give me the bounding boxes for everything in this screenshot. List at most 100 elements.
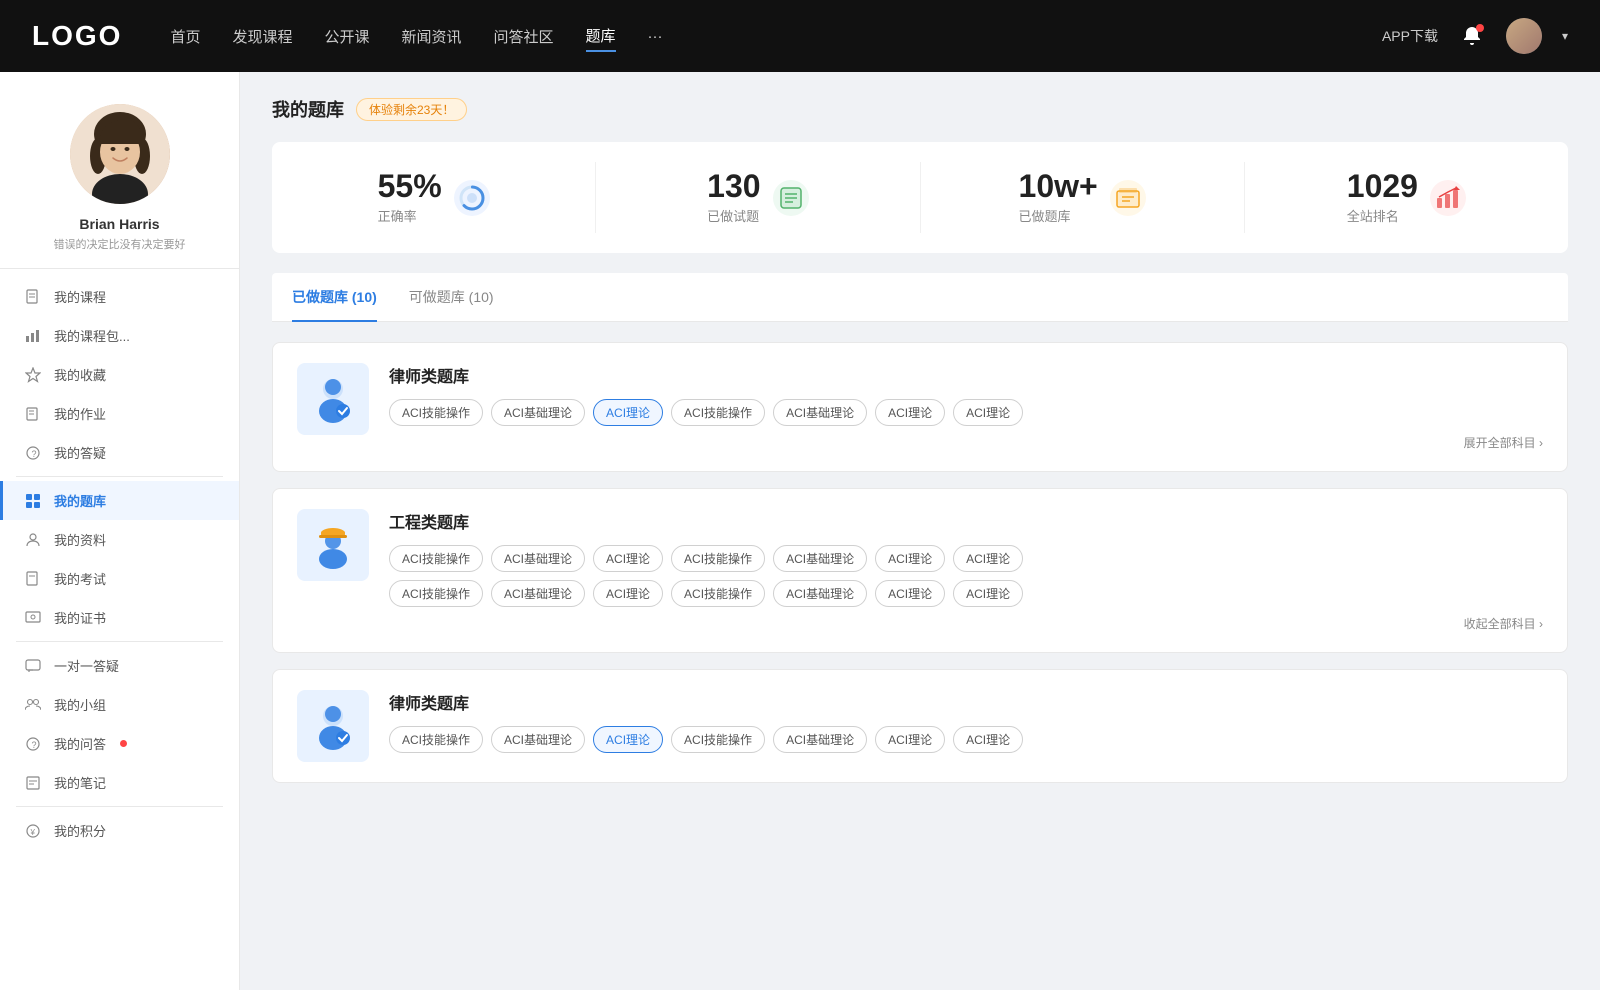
page-header: 我的题库 体验剩余23天！	[272, 96, 1568, 122]
qbank-card-header-2: 工程类题库 ACI技能操作 ACI基础理论 ACI理论 ACI技能操作 ACI基…	[297, 509, 1543, 632]
stat-ranking: 1029 全站排名	[1245, 162, 1568, 233]
qbank-tag[interactable]: ACI技能操作	[389, 545, 483, 572]
qbank-tag[interactable]: ACI基础理论	[773, 580, 867, 607]
sidebar-item-myqa-label: 我的问答	[54, 734, 106, 753]
qbank-tag[interactable]: ACI技能操作	[671, 726, 765, 753]
qbank-tag[interactable]: ACI基础理论	[773, 726, 867, 753]
qbank-content-2: 工程类题库 ACI技能操作 ACI基础理论 ACI理论 ACI技能操作 ACI基…	[389, 509, 1543, 632]
nav-qa[interactable]: 问答社区	[494, 22, 554, 51]
qbank-tag[interactable]: ACI理论	[875, 399, 945, 426]
nav-news[interactable]: 新闻资讯	[402, 22, 462, 51]
qbank-tag[interactable]: ACI理论	[875, 545, 945, 572]
qbank-tags-3: ACI技能操作 ACI基础理论 ACI理论 ACI技能操作 ACI基础理论 AC…	[389, 726, 1543, 753]
app-download[interactable]: APP下载	[1382, 26, 1438, 46]
qbank-tags-row2: ACI技能操作 ACI基础理论 ACI理论 ACI技能操作 ACI基础理论 AC…	[389, 580, 1543, 607]
sidebar-item-points[interactable]: ¥ 我的积分	[0, 811, 239, 850]
nav-home[interactable]: 首页	[170, 22, 200, 51]
stat-done-q-label: 已做试题	[707, 206, 760, 225]
qbank-tag-active[interactable]: ACI理论	[593, 399, 663, 426]
stat-done-q-value: 130 已做试题	[707, 170, 760, 225]
sidebar-item-cert[interactable]: 我的证书	[0, 598, 239, 637]
notification-bell[interactable]	[1458, 22, 1486, 50]
qbank-tag-active[interactable]: ACI理论	[593, 726, 663, 753]
sidebar-item-courses-label: 我的课程	[54, 287, 106, 306]
sidebar-item-notes-label: 我的笔记	[54, 773, 106, 792]
tab-done-banks[interactable]: 已做题库 (10)	[292, 273, 377, 321]
qbank-icon-lawyer1	[297, 363, 369, 435]
qbank-tag[interactable]: ACI技能操作	[389, 726, 483, 753]
stat-done-q-number: 130	[707, 170, 760, 202]
qbank-tag[interactable]: ACI基础理论	[773, 399, 867, 426]
qmark-icon: ?	[24, 735, 42, 753]
user-icon	[24, 531, 42, 549]
sidebar-item-qa[interactable]: ? 我的答疑	[0, 433, 239, 472]
qbank-tag[interactable]: ACI理论	[953, 545, 1023, 572]
user-dropdown-arrow[interactable]: ▾	[1562, 29, 1568, 43]
sidebar-item-profile-label: 我的资料	[54, 530, 106, 549]
qbank-tag[interactable]: ACI理论	[875, 726, 945, 753]
sidebar-item-cert-label: 我的证书	[54, 608, 106, 627]
note-icon	[24, 774, 42, 792]
navbar-right: APP下载 ▾	[1382, 18, 1568, 54]
sidebar-item-tutoring[interactable]: 一对一答疑	[0, 646, 239, 685]
sidebar-divider-2	[16, 641, 223, 642]
qbank-tag[interactable]: ACI技能操作	[389, 399, 483, 426]
qbank-tag[interactable]: ACI基础理论	[491, 399, 585, 426]
stat-accuracy: 55% 正确率	[272, 162, 596, 233]
sidebar-item-qbank[interactable]: 我的题库	[0, 481, 239, 520]
nav-discover[interactable]: 发现课程	[232, 22, 292, 51]
nav-opencourse[interactable]: 公开课	[324, 22, 369, 51]
qbank-tag[interactable]: ACI理论	[953, 399, 1023, 426]
stats-bar: 55% 正确率 130 已做试题	[272, 142, 1568, 253]
nav-qbank[interactable]: 题库	[586, 21, 616, 52]
sidebar-menu: 我的课程 我的课程包... 我的收藏 我的作业	[0, 269, 239, 858]
stat-done-questions: 130 已做试题	[596, 162, 920, 233]
sidebar-profile: Brian Harris 错误的决定比没有决定要好	[0, 72, 239, 269]
qbank-tag[interactable]: ACI基础理论	[491, 545, 585, 572]
qbank-icon-lawyer2	[297, 690, 369, 762]
qbank-tag[interactable]: ACI技能操作	[671, 399, 765, 426]
qbank-expand-1[interactable]: 展开全部科目 ›	[389, 434, 1543, 451]
sidebar-item-coursepack[interactable]: 我的课程包...	[0, 316, 239, 355]
sidebar-item-notes[interactable]: 我的笔记	[0, 763, 239, 802]
qbank-tag[interactable]: ACI技能操作	[671, 545, 765, 572]
qbank-tag[interactable]: ACI技能操作	[389, 580, 483, 607]
qbank-icon-engineer	[297, 509, 369, 581]
qbank-tags-row1: ACI技能操作 ACI基础理论 ACI理论 ACI技能操作 ACI基础理论 AC…	[389, 545, 1543, 572]
qbank-tag[interactable]: ACI理论	[875, 580, 945, 607]
sidebar-item-profile[interactable]: 我的资料	[0, 520, 239, 559]
qbank-tag[interactable]: ACI基础理论	[491, 726, 585, 753]
stat-ranking-icon	[1430, 180, 1466, 216]
qbank-tag[interactable]: ACI技能操作	[671, 580, 765, 607]
sidebar-item-favorites[interactable]: 我的收藏	[0, 355, 239, 394]
nav-more[interactable]: ···	[648, 24, 663, 49]
edit-icon	[24, 405, 42, 423]
qbank-tag[interactable]: ACI基础理论	[773, 545, 867, 572]
sidebar-item-qbank-label: 我的题库	[54, 491, 106, 510]
sidebar-item-group[interactable]: 我的小组	[0, 685, 239, 724]
tab-available-banks[interactable]: 可做题库 (10)	[409, 273, 494, 321]
qbank-tag[interactable]: ACI理论	[593, 580, 663, 607]
user-avatar[interactable]	[1506, 18, 1542, 54]
stat-done-banks: 10w+ 已做题库	[921, 162, 1245, 233]
doc2-icon	[24, 570, 42, 588]
qbank-collapse-2[interactable]: 收起全部科目 ›	[389, 615, 1543, 632]
stat-accuracy-value: 55% 正确率	[378, 170, 442, 225]
notification-dot	[1476, 24, 1484, 32]
qbank-tag[interactable]: ACI理论	[953, 580, 1023, 607]
nav-menu: 首页 发现课程 公开课 新闻资讯 问答社区 题库 ···	[170, 21, 1382, 52]
sidebar-item-courses[interactable]: 我的课程	[0, 277, 239, 316]
qbank-title-2: 工程类题库	[389, 509, 1543, 533]
sidebar-item-myqa[interactable]: ? 我的问答	[0, 724, 239, 763]
stat-ranking-label: 全站排名	[1347, 206, 1418, 225]
sidebar-item-exam[interactable]: 我的考试	[0, 559, 239, 598]
qbank-card-header-3: 律师类题库 ACI技能操作 ACI基础理论 ACI理论 ACI技能操作 ACI基…	[297, 690, 1543, 762]
sidebar-item-homework[interactable]: 我的作业	[0, 394, 239, 433]
stat-ranking-value: 1029 全站排名	[1347, 170, 1418, 225]
qbank-tag[interactable]: ACI基础理论	[491, 580, 585, 607]
svg-text:?: ?	[32, 740, 37, 750]
qbank-tag[interactable]: ACI理论	[593, 545, 663, 572]
doc-icon	[24, 288, 42, 306]
sidebar-item-homework-label: 我的作业	[54, 404, 106, 423]
qbank-tag[interactable]: ACI理论	[953, 726, 1023, 753]
